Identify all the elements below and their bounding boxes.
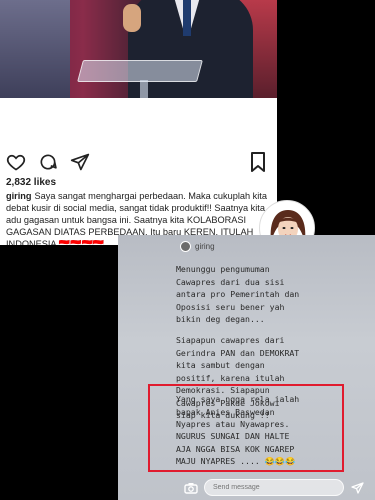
likes-count[interactable]: 2,832 likes: [6, 177, 56, 188]
story-paragraph: Menunggu pengumuman Cawapres dari dua si…: [176, 264, 300, 324]
story-avatar[interactable]: [180, 241, 191, 252]
background-screen: [0, 0, 70, 98]
speaker-hand: [123, 4, 141, 32]
highlight-box: [148, 384, 344, 472]
comment-icon[interactable]: [38, 152, 58, 172]
glass-podium: [77, 60, 203, 82]
post-actions: [6, 152, 102, 172]
caption-username[interactable]: giring: [6, 191, 32, 201]
share-icon[interactable]: [70, 152, 90, 172]
send-icon[interactable]: [351, 481, 364, 494]
speaker-tie: [183, 0, 191, 36]
podium-stand: [140, 80, 148, 98]
flag-emojis: 🇮🇩🇮🇩🇮🇩🇮🇩: [58, 239, 105, 245]
instagram-post: 2,832 likes giring Saya sangat menghargai…: [0, 0, 277, 245]
bookmark-icon[interactable]: [250, 152, 266, 172]
story-username[interactable]: giring: [195, 242, 215, 251]
story-header: giring: [180, 241, 215, 252]
heart-icon[interactable]: [6, 152, 26, 172]
reply-input[interactable]: [204, 479, 344, 496]
story-reply-bar: [118, 475, 375, 500]
camera-icon[interactable]: [184, 481, 198, 494]
post-photo[interactable]: [0, 0, 277, 98]
